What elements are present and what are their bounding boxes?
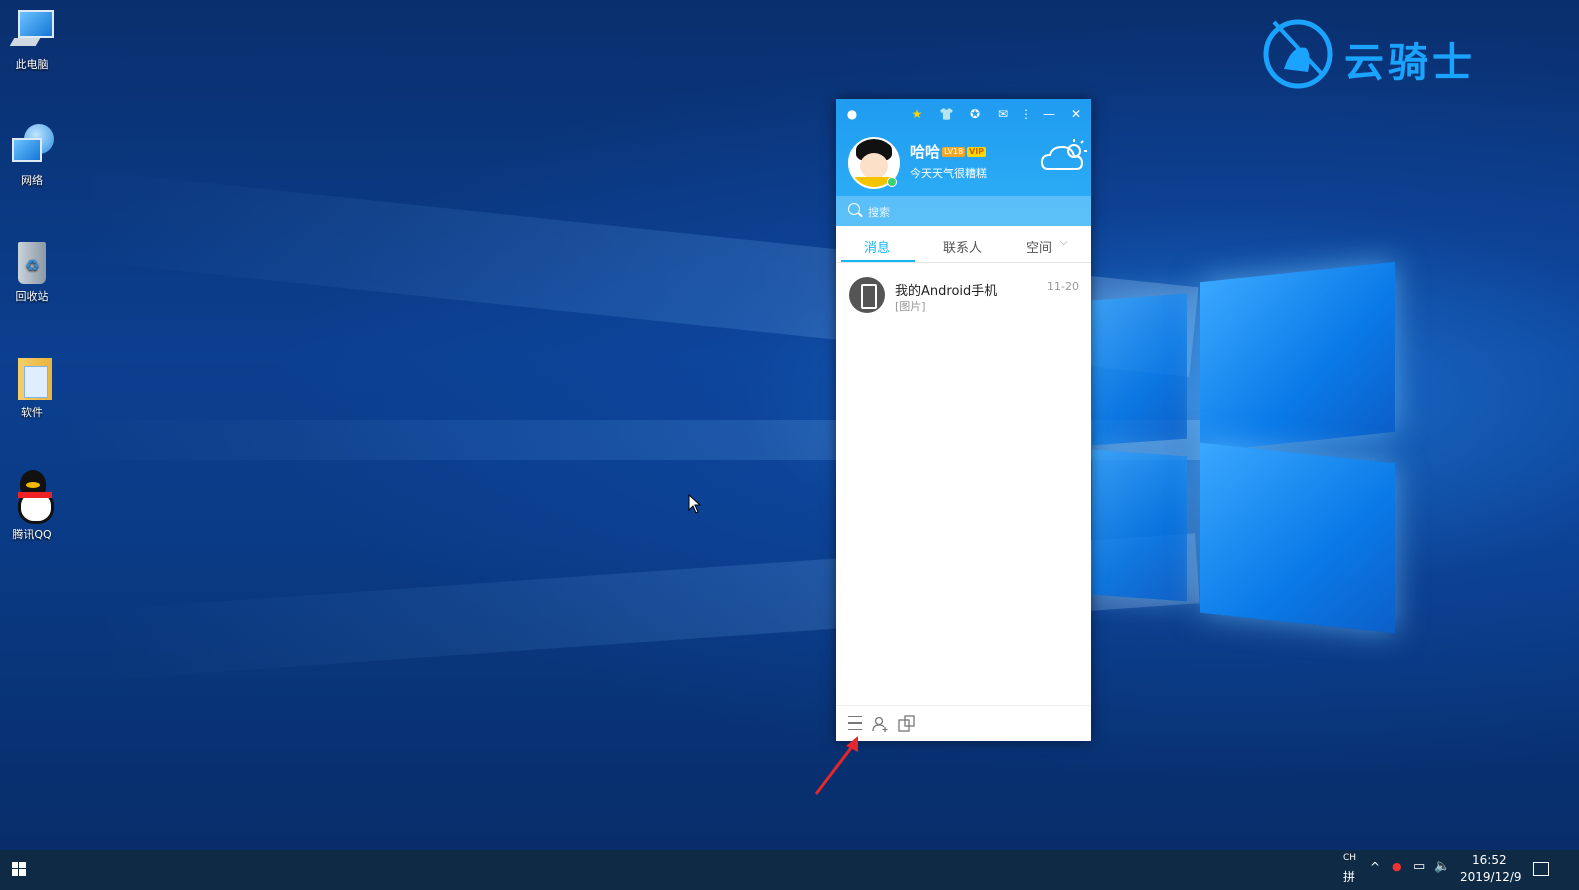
windows-logo-pane	[1200, 261, 1395, 453]
desktop-icon-label: 回收站	[15, 290, 49, 303]
search-bar[interactable]: 搜索	[836, 196, 1091, 226]
qq-tray-icon[interactable]: ●	[1392, 860, 1402, 873]
clock-date[interactable]: 2019/12/9	[1460, 870, 1522, 884]
phone-avatar	[849, 277, 885, 313]
windows-start-icon[interactable]	[12, 862, 26, 876]
qq-main-window[interactable]: ● ★ 👕 ✪ ✉ ⋮ — ✕ 哈哈 LV18 VIP 今天天气很糟糕 搜索 消…	[836, 99, 1091, 741]
desktop-icon-network[interactable]: 网络	[4, 124, 60, 188]
windows-logo-pane	[1200, 442, 1395, 634]
desktop-icon-label: 此电脑	[15, 58, 49, 71]
chevron-down-icon[interactable]: ⌵	[1060, 237, 1068, 248]
desktop-icon-this-pc[interactable]: 此电脑	[4, 8, 60, 72]
desktop-icon-label: 网络	[21, 174, 43, 187]
mouse-cursor-icon	[688, 494, 702, 514]
search-icon-handle	[858, 212, 863, 218]
nickname[interactable]: 哈哈	[910, 141, 940, 162]
skin-shirt-icon[interactable]: 👕	[939, 107, 954, 121]
taskbar: CH 拼 ^ ● ▭ 🔈 16:52 2019/12/9	[0, 850, 1579, 890]
minimize-icon[interactable]: —	[1042, 107, 1056, 121]
computer-icon	[9, 8, 54, 52]
tray-expand-icon[interactable]: ^	[1370, 860, 1380, 874]
message-title: 我的Android手机	[895, 284, 998, 299]
windows-logo-pane	[1092, 293, 1187, 446]
main-menu-icon-middle	[848, 722, 862, 724]
network-icon	[10, 124, 54, 168]
app-manager-icon[interactable]	[898, 715, 916, 733]
medal-icon[interactable]: ✪	[968, 107, 982, 121]
desktop-icon-recycle-bin[interactable]: ♻ 回收站	[4, 240, 60, 304]
volume-icon[interactable]: 🔈	[1434, 859, 1450, 874]
annotation-arrow	[814, 736, 858, 795]
tab-qzone[interactable]: 空间	[1026, 237, 1052, 256]
online-status-dot	[887, 177, 897, 187]
level-badge[interactable]: LV18	[942, 147, 966, 157]
desktop-icon-label: 腾讯QQ	[12, 528, 52, 541]
qq-bottom-bar	[836, 705, 1091, 742]
desktop-icon-label: 软件	[21, 406, 43, 419]
tab-contacts[interactable]: 联系人	[943, 237, 982, 256]
ime-language[interactable]: CH	[1343, 853, 1356, 863]
phone-icon	[861, 284, 877, 309]
knight-logo-icon	[1263, 19, 1333, 89]
more-menu-icon[interactable]: ⋮	[1019, 107, 1033, 121]
network-tray-icon[interactable]: ▭	[1413, 859, 1425, 874]
list-item[interactable]: 我的Android手机 [图片] 11-20	[836, 267, 1091, 323]
add-friend-icon[interactable]	[872, 715, 890, 733]
search-input[interactable]: 搜索	[868, 204, 890, 220]
signature[interactable]: 今天天气很糟糕	[910, 165, 987, 181]
qq-header: ● ★ 👕 ✪ ✉ ⋮ — ✕ 哈哈 LV18 VIP 今天天气很糟糕 搜索	[836, 99, 1091, 226]
qq-tabs: 消息 联系人 空间 ⌵	[836, 226, 1091, 263]
windows-logo-pane	[1092, 449, 1187, 602]
qq-logo-icon: ●	[846, 107, 858, 121]
folder-icon	[10, 356, 54, 400]
close-icon[interactable]: ✕	[1069, 107, 1083, 121]
weather-cloud-icon[interactable]	[1040, 137, 1088, 177]
message-preview: [图片]	[895, 300, 926, 313]
clock-time[interactable]: 16:52	[1472, 853, 1507, 867]
message-time: 11-20	[1047, 280, 1079, 293]
ime-mode[interactable]: 拼	[1343, 868, 1355, 885]
vip-badge[interactable]: VIP	[967, 147, 987, 157]
star-icon[interactable]: ★	[910, 107, 924, 121]
desktop-icon-qq[interactable]: 腾讯QQ	[4, 470, 60, 542]
qq-penguin-icon	[10, 470, 54, 524]
action-center-icon[interactable]	[1533, 862, 1549, 876]
desktop-icon-software-folder[interactable]: 软件	[4, 356, 60, 420]
mail-icon[interactable]: ✉	[996, 107, 1010, 121]
recycle-bin-icon: ♻	[10, 240, 54, 284]
watermark-text: 云骑士	[1344, 40, 1476, 86]
watermark-logo: 云骑士	[1262, 14, 1522, 94]
active-tab-indicator	[841, 260, 915, 262]
tab-messages[interactable]: 消息	[864, 237, 890, 256]
